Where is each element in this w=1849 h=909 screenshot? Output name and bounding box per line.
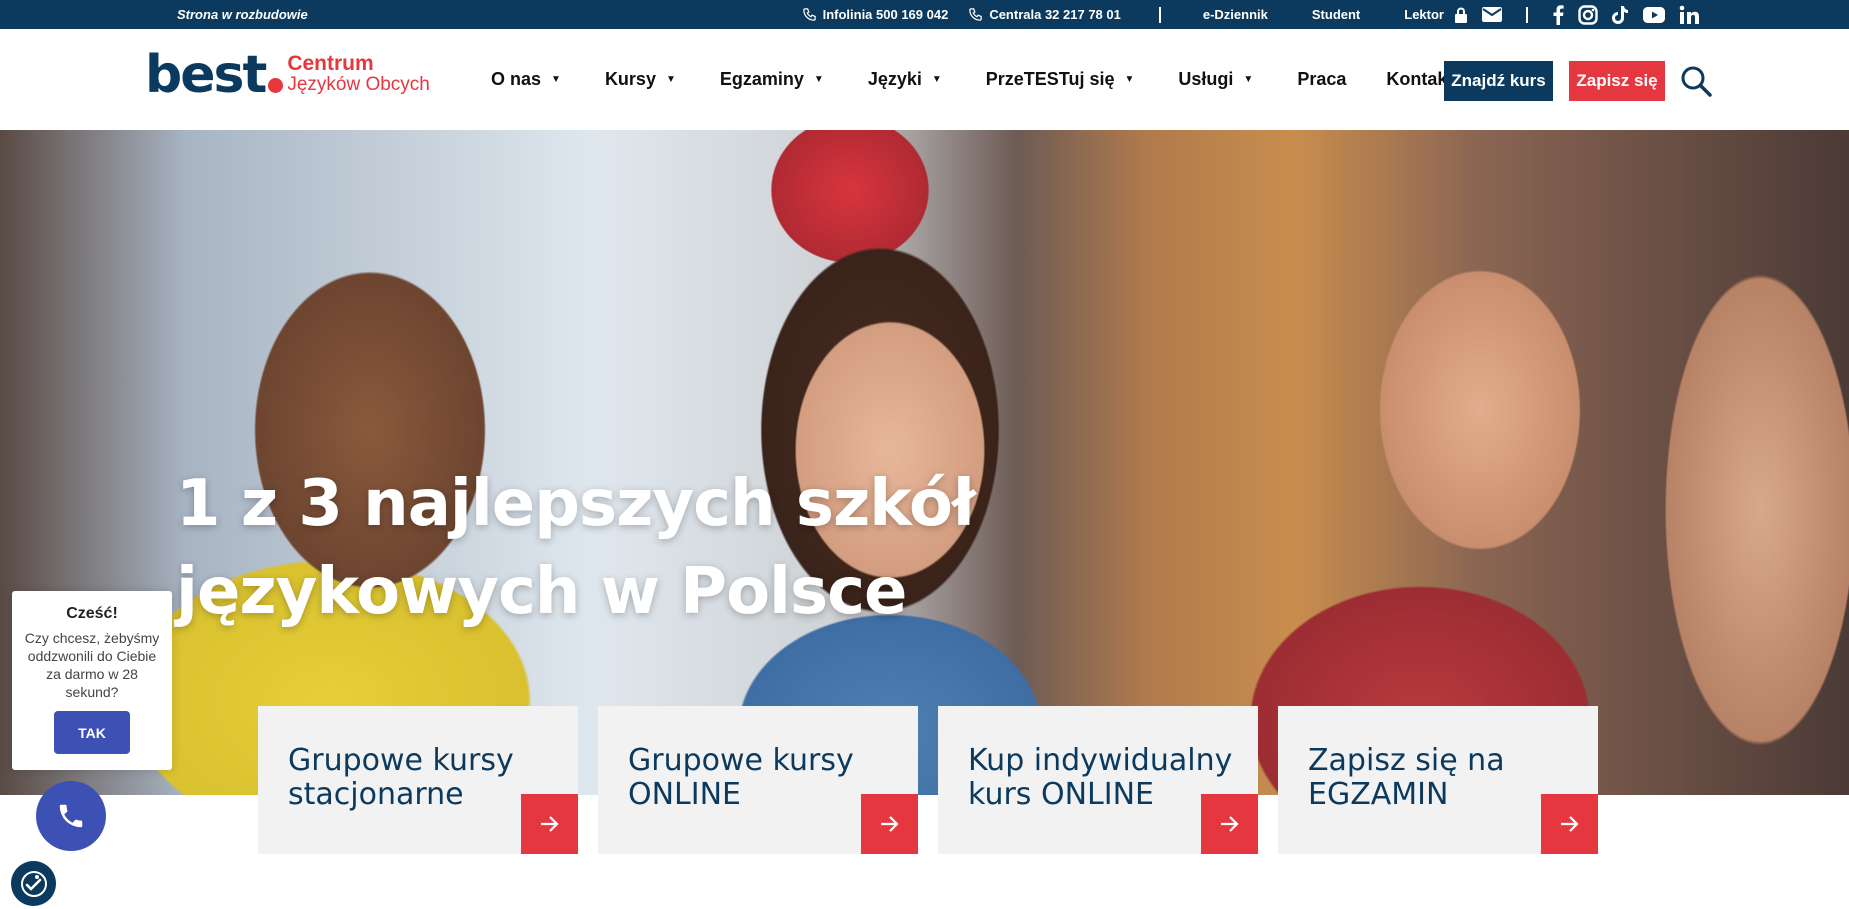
nav-label: Egzaminy	[719, 69, 804, 89]
card-title: Grupowe kursy ONLINE	[628, 744, 898, 812]
search-icon[interactable]	[1680, 65, 1712, 97]
site-notice: Strona w rozbudowie	[177, 7, 308, 22]
card-title-line1: Kup indywidualny	[968, 743, 1233, 778]
nav-label: PrzeTESTuj się	[985, 69, 1115, 89]
sign-up-button[interactable]: Zapisz się	[1569, 61, 1665, 101]
youtube-icon[interactable]	[1643, 6, 1665, 23]
arrow-right-icon	[1220, 816, 1239, 832]
card-title-line1: Grupowe kursy	[288, 743, 514, 778]
nav-item-praca[interactable]: Praca	[1297, 69, 1346, 90]
main-header: best Centrum Języków Obcych O nas ▼ Kursy…	[0, 29, 1849, 130]
nav-item-egzaminy[interactable]: Egzaminy ▼	[720, 69, 824, 90]
caret-down-icon: ▼	[551, 74, 561, 85]
phone-icon	[59, 804, 83, 828]
e-dziennik-link[interactable]: e-Dziennik	[1203, 7, 1268, 22]
logo-line2: Języków Obcych	[287, 74, 430, 95]
hero-title-line1: 1 z 3 najlepszych szkół	[176, 467, 976, 541]
arrow-right-icon	[1560, 816, 1579, 832]
logo-dot	[268, 78, 284, 93]
instagram-icon[interactable]	[1578, 4, 1598, 25]
logo-text: Centrum Języków Obcych	[287, 53, 430, 95]
divider	[1158, 6, 1161, 23]
logo-line1: Centrum	[287, 52, 374, 75]
top-bar: Strona w rozbudowie Infolinia 500 169 04…	[0, 0, 1849, 29]
tiktok-icon[interactable]	[1612, 5, 1629, 25]
card-title: Kup indywidualny kurs ONLINE	[968, 744, 1238, 812]
card-title-line1: Zapisz się na	[1308, 743, 1505, 778]
hotline-text: Infolinia 500 169 042	[822, 7, 949, 22]
nav-item-jezyki[interactable]: Języki ▼	[868, 69, 942, 90]
facebook-icon[interactable]	[1552, 4, 1564, 25]
callback-popup: Cześć! Czy chcesz, żebyśmy oddzwonili do…	[12, 591, 172, 770]
site-logo[interactable]: best Centrum Języków Obcych	[145, 49, 430, 101]
accessibility-icon	[20, 870, 47, 897]
mail-icon[interactable]	[1482, 7, 1502, 22]
card-title-line2: kurs ONLINE	[968, 777, 1154, 812]
divider	[1526, 6, 1528, 23]
caret-down-icon: ▼	[665, 74, 676, 85]
lektor-link[interactable]: Lektor	[1404, 7, 1444, 22]
nav-item-o-nas[interactable]: O nas ▼	[491, 69, 561, 90]
arrow-right-button[interactable]	[521, 794, 578, 854]
nav-label: Praca	[1297, 69, 1347, 89]
hotline-link[interactable]: Infolinia 500 169 042	[802, 7, 949, 22]
accessibility-button[interactable]	[11, 861, 56, 906]
phone-icon	[969, 8, 983, 21]
lock-icon[interactable]	[1454, 7, 1468, 23]
caret-down-icon: ▼	[813, 74, 824, 85]
arrow-right-button[interactable]	[861, 794, 918, 854]
card-title: Grupowe kursy stacjonarne	[288, 744, 558, 812]
arrow-right-button[interactable]	[1541, 794, 1598, 854]
nav-label: Kursy	[604, 69, 656, 89]
callback-message: Czy chcesz, żebyśmy oddzwonili do Ciebie…	[24, 630, 160, 700]
card-title-line2: stacjonarne	[288, 777, 464, 812]
callback-greeting: Cześć!	[66, 605, 118, 622]
nav-label: Języki	[867, 69, 922, 89]
nav-label: O nas	[491, 69, 542, 89]
card-individual-online[interactable]: Kup indywidualny kurs ONLINE	[938, 706, 1258, 854]
linkedin-icon[interactable]	[1679, 5, 1699, 25]
page: Strona w rozbudowie Infolinia 500 169 04…	[0, 0, 1849, 909]
caret-down-icon: ▼	[1243, 74, 1254, 85]
nav-item-pretestuj[interactable]: PrzeTESTuj się ▼	[986, 69, 1135, 90]
central-text: Centrala 32 217 78 01	[989, 7, 1121, 22]
card-title-line2: ONLINE	[628, 777, 742, 812]
hero-banner: 1 z 3 najlepszych szkół językowych w Pol…	[0, 130, 1849, 795]
card-title: Zapisz się na EGZAMIN	[1308, 744, 1578, 812]
card-title-line2: EGZAMIN	[1308, 777, 1449, 812]
nav-label: Usługi	[1178, 69, 1234, 89]
hero-title-line2: językowych w Polsce	[176, 555, 907, 629]
card-group-online[interactable]: Grupowe kursy ONLINE	[598, 706, 918, 854]
top-bar-icons	[1454, 4, 1699, 25]
card-group-stationary[interactable]: Grupowe kursy stacjonarne	[258, 706, 578, 854]
find-course-button[interactable]: Znajdź kurs	[1444, 61, 1553, 101]
central-link[interactable]: Centrala 32 217 78 01	[968, 7, 1121, 22]
nav-item-kursy[interactable]: Kursy ▼	[605, 69, 676, 90]
caret-down-icon: ▼	[1124, 74, 1135, 85]
arrow-right-button[interactable]	[1201, 794, 1258, 854]
logo-word: best	[145, 45, 267, 105]
caret-down-icon: ▼	[931, 74, 942, 85]
hero-title: 1 z 3 najlepszych szkół językowych w Pol…	[176, 460, 1076, 636]
arrow-right-icon	[540, 816, 559, 832]
callback-yes-button[interactable]: TAK	[54, 711, 130, 754]
top-bar-right: Infolinia 500 169 042 Centrala 32 217 78…	[802, 0, 1699, 29]
phone-icon	[802, 8, 816, 21]
nav-item-uslugi[interactable]: Usługi ▼	[1178, 69, 1253, 90]
card-exam-signup[interactable]: Zapisz się na EGZAMIN	[1278, 706, 1598, 854]
student-link[interactable]: Student	[1312, 7, 1360, 22]
arrow-right-icon	[880, 816, 899, 832]
main-nav: O nas ▼ Kursy ▼ Egzaminy ▼ Języki ▼ PrzeTEST…	[491, 29, 1493, 130]
callback-phone-button[interactable]	[36, 781, 106, 851]
card-title-line1: Grupowe kursy	[628, 743, 854, 778]
